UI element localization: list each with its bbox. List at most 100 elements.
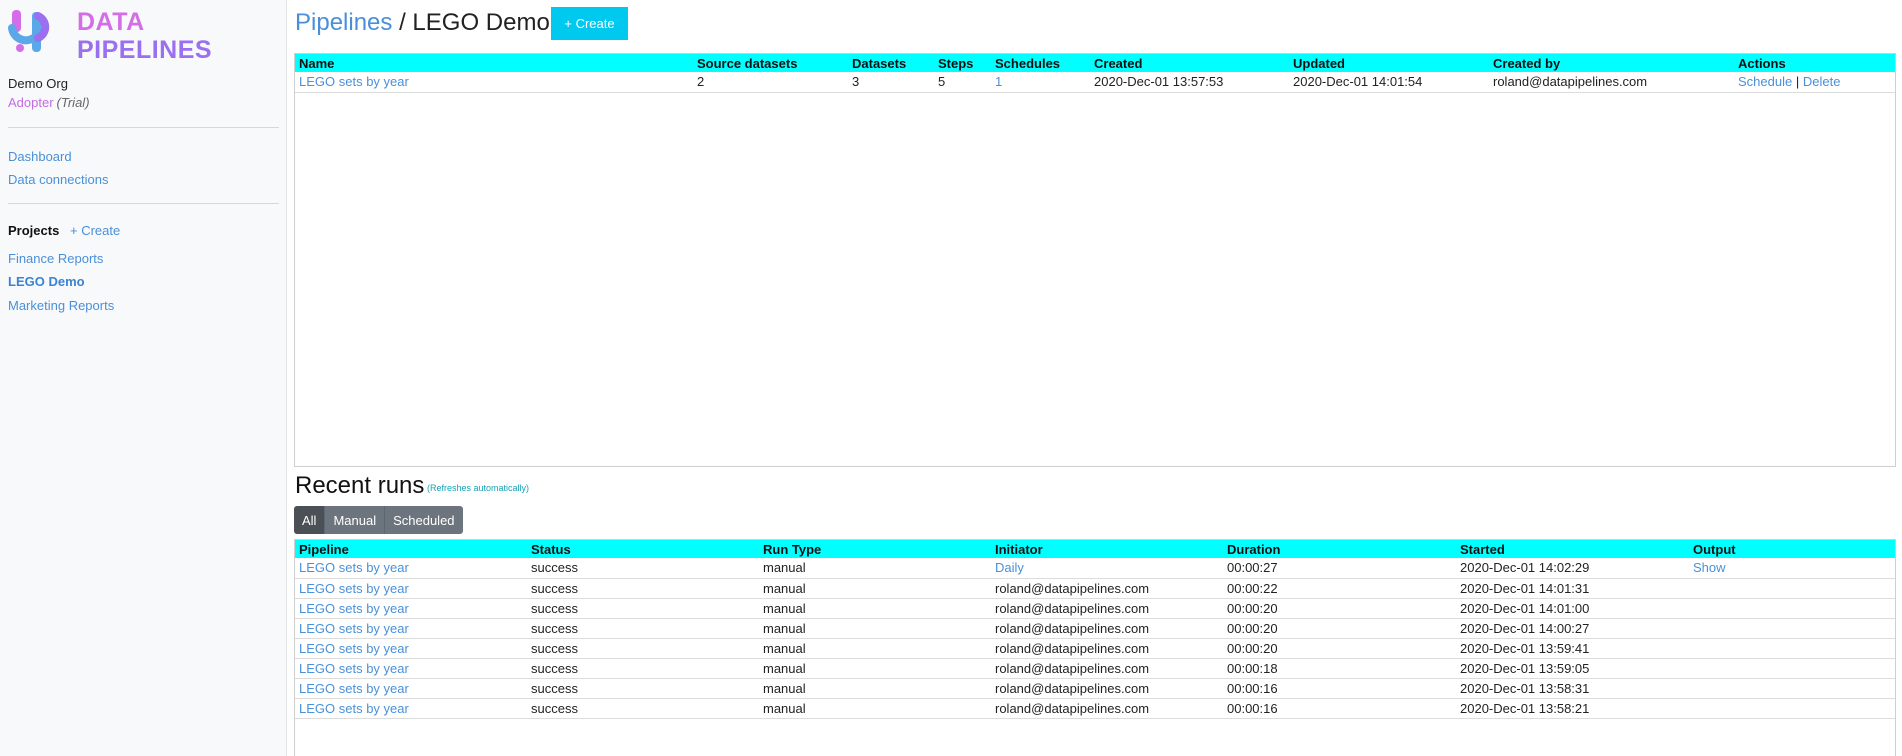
app-logo[interactable]: DATA PIPELINES <box>8 6 238 64</box>
filter-all-button[interactable]: All <box>294 506 326 534</box>
run-status-cell: success <box>527 578 759 599</box>
run-type-cell: manual <box>759 598 991 619</box>
run-started-cell: 2020-Dec-01 14:01:00 <box>1456 598 1689 619</box>
breadcrumb: Pipelines / LEGO Demo <box>295 9 550 37</box>
column-header: Run Type <box>763 541 822 557</box>
column-header: Created <box>1094 55 1143 71</box>
sidebar-item-finance-reports[interactable]: Finance Reports <box>8 251 103 266</box>
run-started-cell: 2020-Dec-01 13:58:31 <box>1456 678 1689 699</box>
refresh-note: (Refreshes automatically) <box>427 483 530 493</box>
sidebar-item-lego-demo[interactable]: LEGO Demo <box>8 274 85 289</box>
logo-text: DATA PIPELINES <box>77 8 212 64</box>
run-status-cell: success <box>527 678 759 699</box>
run-duration-cell: 00:00:18 <box>1223 658 1456 679</box>
create-project-link[interactable]: + Create <box>70 223 120 238</box>
filter-manual-button[interactable]: Manual <box>325 506 386 534</box>
recent-runs-title: Recent runs <box>295 472 425 499</box>
run-initiator-cell: roland@datapipelines.com <box>991 678 1223 699</box>
run-output-cell <box>1689 578 1895 599</box>
table-row: LEGO sets by year success manual roland@dat… <box>295 638 1895 659</box>
run-type-cell: manual <box>759 638 991 659</box>
run-status-cell: success <box>527 598 759 619</box>
data-pipelines-logo-icon <box>8 10 50 52</box>
run-pipeline-link[interactable]: LEGO sets by year <box>299 641 409 656</box>
column-header: Datasets <box>852 55 907 71</box>
run-initiator-cell: roland@datapipelines.com <box>991 698 1223 719</box>
filter-scheduled-button[interactable]: Scheduled <box>385 506 463 534</box>
table-row: LEGO sets by year success manual roland@dat… <box>295 658 1895 679</box>
delete-action-link[interactable]: Delete <box>1803 74 1841 89</box>
table-row: LEGO sets by year success manual roland@dat… <box>295 698 1895 719</box>
run-started-cell: 2020-Dec-01 14:02:29 <box>1456 558 1689 579</box>
run-pipeline-link[interactable]: LEGO sets by year <box>299 581 409 596</box>
run-type-cell: manual <box>759 698 991 719</box>
run-duration-cell: 00:00:20 <box>1223 638 1456 659</box>
run-status-cell: success <box>527 698 759 719</box>
run-duration-cell: 00:00:16 <box>1223 698 1456 719</box>
column-header: Duration <box>1227 541 1281 557</box>
column-header: Output <box>1693 541 1736 557</box>
run-pipeline-link[interactable]: LEGO sets by year <box>299 601 409 616</box>
runs-table-body: LEGO sets by year success manual Daily 00:00… <box>295 558 1895 719</box>
plan-tier-link[interactable]: Adopter <box>8 95 54 110</box>
table-row: LEGO sets by year success manual roland@dat… <box>295 678 1895 699</box>
run-type-cell: manual <box>759 558 991 579</box>
run-output-cell <box>1689 638 1895 659</box>
run-pipeline-link[interactable]: LEGO sets by year <box>299 661 409 676</box>
pipelines-table: Name Source datasets Datasets Steps Sche… <box>295 54 1895 93</box>
run-started-cell: 2020-Dec-01 13:59:05 <box>1456 658 1689 679</box>
run-type-cell: manual <box>759 578 991 599</box>
sidebar-divider <box>8 203 279 204</box>
run-duration-cell: 00:00:20 <box>1223 598 1456 619</box>
run-pipeline-link[interactable]: LEGO sets by year <box>299 621 409 636</box>
run-filter-group: All Manual Scheduled <box>294 506 463 534</box>
run-started-cell: 2020-Dec-01 14:01:31 <box>1456 578 1689 599</box>
run-initiator-link[interactable]: Daily <box>995 560 1024 575</box>
run-initiator-cell: roland@datapipelines.com <box>991 618 1223 639</box>
run-pipeline-link[interactable]: LEGO sets by year <box>299 681 409 696</box>
run-pipeline-link[interactable]: LEGO sets by year <box>299 701 409 716</box>
runs-panel: Pipeline Status Run Type Initiator Durat… <box>294 539 1896 756</box>
steps-cell: 5 <box>934 72 991 93</box>
create-pipeline-button[interactable]: + Create <box>551 7 628 40</box>
table-header-row: Pipeline Status Run Type Initiator Durat… <box>295 540 1895 558</box>
run-started-cell: 2020-Dec-01 13:58:21 <box>1456 698 1689 719</box>
run-started-cell: 2020-Dec-01 14:00:27 <box>1456 618 1689 639</box>
column-header: Actions <box>1738 55 1786 71</box>
run-type-cell: manual <box>759 678 991 699</box>
action-separator: | <box>1795 74 1800 90</box>
created-by-cell: roland@datapipelines.com <box>1489 72 1734 93</box>
run-status-cell: success <box>527 618 759 639</box>
column-header: Schedules <box>995 55 1061 71</box>
sidebar-item-dashboard[interactable]: Dashboard <box>8 149 72 164</box>
run-pipeline-link[interactable]: LEGO sets by year <box>299 560 409 575</box>
datasets-cell: 3 <box>848 72 934 93</box>
updated-cell: 2020-Dec-01 14:01:54 <box>1289 72 1489 93</box>
run-status-cell: success <box>527 638 759 659</box>
table-row: LEGO sets by year success manual roland@dat… <box>295 598 1895 619</box>
run-duration-cell: 00:00:16 <box>1223 678 1456 699</box>
sidebar-item-data-connections[interactable]: Data connections <box>8 172 108 187</box>
table-row: LEGO sets by year 2 3 5 1 2020-Dec-01 13… <box>295 72 1895 93</box>
page-title: LEGO Demo <box>412 9 550 36</box>
schedule-action-link[interactable]: Schedule <box>1738 74 1792 89</box>
column-header: Created by <box>1493 55 1561 71</box>
table-row: LEGO sets by year success manual Daily 00:00… <box>295 558 1895 579</box>
projects-heading: Projects <box>8 223 60 238</box>
plan-info: Adopter (Trial) <box>8 95 90 110</box>
column-header: Name <box>299 55 335 71</box>
actions-cell: Schedule | Delete <box>1734 72 1895 93</box>
sidebar-item-marketing-reports[interactable]: Marketing Reports <box>8 298 114 313</box>
run-duration-cell: 00:00:27 <box>1223 558 1456 579</box>
created-cell: 2020-Dec-01 13:57:53 <box>1090 72 1289 93</box>
logo-line-1: DATA <box>77 8 145 36</box>
column-header: Initiator <box>995 541 1043 557</box>
run-output-cell <box>1689 658 1895 679</box>
schedules-count-link[interactable]: 1 <box>995 74 1002 89</box>
breadcrumb-pipelines-link[interactable]: Pipelines <box>295 9 392 36</box>
run-initiator-cell: roland@datapipelines.com <box>991 638 1223 659</box>
column-header: Pipeline <box>299 541 349 557</box>
pipeline-name-link[interactable]: LEGO sets by year <box>299 74 409 89</box>
run-output-show-link[interactable]: Show <box>1693 560 1726 575</box>
run-duration-cell: 00:00:22 <box>1223 578 1456 599</box>
